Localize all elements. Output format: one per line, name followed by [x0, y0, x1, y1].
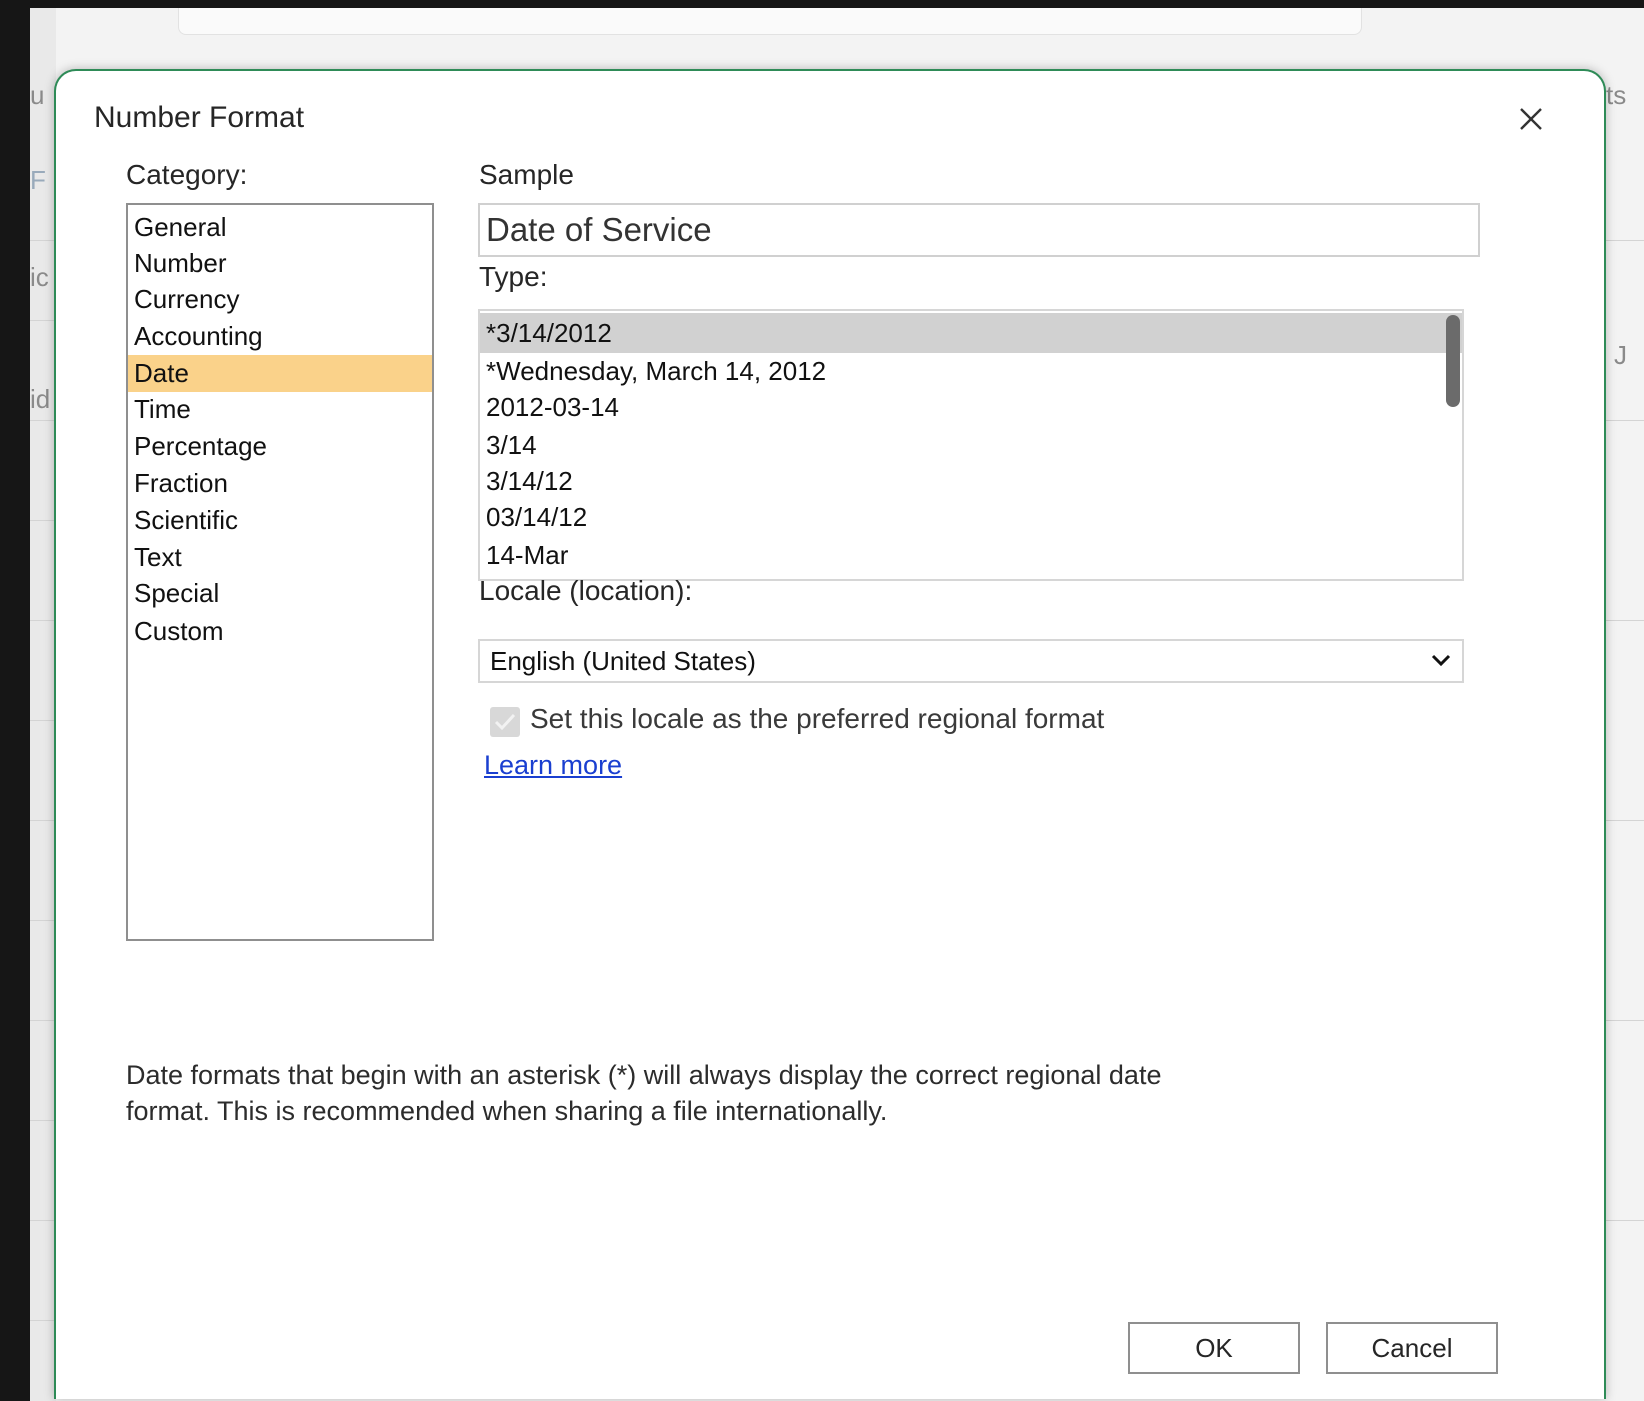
- category-item-custom[interactable]: Custom: [128, 613, 432, 650]
- description-line: Date formats that begin with an asterisk…: [126, 1060, 1162, 1090]
- category-item-text[interactable]: Text: [128, 539, 432, 576]
- background-gridline: [30, 420, 56, 421]
- locale-dropdown[interactable]: English (United States): [478, 639, 1464, 683]
- type-item[interactable]: *Wednesday, March 14, 2012: [480, 351, 1462, 391]
- type-item[interactable]: 2012-03-14: [480, 387, 1462, 427]
- background-gridline: [30, 320, 56, 321]
- background-gridline: [30, 1220, 56, 1221]
- background-text-fragment: ts: [1606, 80, 1627, 110]
- background-gridline: [1604, 820, 1644, 821]
- category-item-date[interactable]: Date: [128, 355, 432, 392]
- background-text-fragment: u: [30, 80, 45, 110]
- category-item-number[interactable]: Number: [128, 245, 432, 282]
- type-item[interactable]: 3/14/12: [480, 461, 1462, 501]
- cancel-button[interactable]: Cancel: [1326, 1322, 1498, 1374]
- type-item[interactable]: 03/14/12: [480, 497, 1462, 537]
- background-text-fragment: ic: [30, 262, 49, 292]
- number-format-dialog: Number Format Category: General Number C…: [54, 69, 1606, 1399]
- background-gridline: [30, 720, 56, 721]
- category-list[interactable]: General Number Currency Accounting Date …: [126, 203, 434, 941]
- background-gridline: [30, 1020, 56, 1021]
- category-item-time[interactable]: Time: [128, 391, 432, 428]
- sample-label: Sample: [479, 159, 574, 190]
- locale-selected-value: English (United States): [490, 646, 756, 676]
- category-item-fraction[interactable]: Fraction: [128, 465, 432, 502]
- category-item-special[interactable]: Special: [128, 575, 432, 612]
- dialog-title: Number Format: [94, 101, 305, 134]
- background-gridline: [30, 520, 56, 521]
- description-line: format. This is recommended when sharing…: [126, 1096, 888, 1126]
- check-icon: [494, 713, 516, 731]
- type-label: Type:: [479, 261, 548, 292]
- locale-label: Locale (location):: [479, 575, 693, 606]
- background-text-fragment: F: [30, 165, 46, 195]
- background-text-fragment: J: [1614, 340, 1627, 370]
- type-list-scrollbar[interactable]: [1446, 315, 1460, 407]
- type-list[interactable]: *3/14/2012 *Wednesday, March 14, 2012 20…: [478, 309, 1464, 581]
- category-item-general[interactable]: General: [128, 209, 432, 246]
- background-gridline: [1604, 620, 1644, 621]
- type-item[interactable]: 14-Mar: [480, 535, 1462, 575]
- close-button[interactable]: [1514, 102, 1548, 136]
- format-description: Date formats that begin with an asterisk…: [126, 1057, 1306, 1129]
- type-item[interactable]: 3/14: [480, 425, 1462, 465]
- background-gridline: [1604, 240, 1644, 241]
- background-gridline: [30, 1120, 56, 1121]
- background-formula-bar: [178, 8, 1362, 35]
- category-item-percentage[interactable]: Percentage: [128, 428, 432, 465]
- background-gridline: [30, 1320, 56, 1321]
- category-label: Category:: [126, 159, 248, 190]
- background-gridline: [30, 820, 56, 821]
- category-item-scientific[interactable]: Scientific: [128, 502, 432, 539]
- background-gridline: [1604, 1020, 1644, 1021]
- chevron-down-icon: [1431, 654, 1451, 667]
- category-item-accounting[interactable]: Accounting: [128, 318, 432, 355]
- preferred-locale-label: Set this locale as the preferred regiona…: [530, 703, 1105, 734]
- background-gridline: [1604, 420, 1644, 421]
- ok-button[interactable]: OK: [1128, 1322, 1300, 1374]
- background-left-strip: [30, 8, 56, 1401]
- background-gridline: [30, 240, 56, 241]
- category-item-currency[interactable]: Currency: [128, 281, 432, 318]
- sample-preview: Date of Service: [478, 203, 1480, 257]
- preferred-locale-checkbox[interactable]: [490, 707, 520, 737]
- background-gridline: [30, 620, 56, 621]
- background-gridline: [30, 920, 56, 921]
- learn-more-link[interactable]: Learn more: [484, 750, 622, 781]
- background-text-fragment: id: [30, 384, 51, 414]
- type-item[interactable]: *3/14/2012: [480, 313, 1462, 353]
- background-gridline: [1604, 1220, 1644, 1221]
- close-icon: [1520, 108, 1542, 130]
